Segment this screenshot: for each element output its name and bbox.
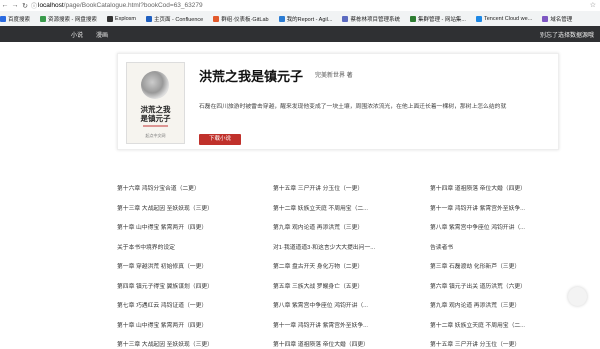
bookmark-label: 域名管理 xyxy=(550,16,573,23)
back-icon[interactable]: ← xyxy=(0,0,10,11)
chapter-row: 第一章 穿越洪荒 初始修真（一更） 第二章 盘古开天 身化万物（二更） 第三章 石磊… xyxy=(117,261,557,271)
bookmark-favicon-icon xyxy=(409,15,416,22)
book-title: 洪荒之我是镇元子 xyxy=(199,69,304,84)
chapter-row: 第十章 山中得宝 紫霄两开（四更） 第九章 观内论道 再添洪荒（三更） 第八章 紫霄… xyxy=(117,222,557,232)
chapter-link[interactable]: 第一章 穿越洪荒 初始修真（一更） xyxy=(117,261,267,270)
chapter-link[interactable]: 第十三章 大战起因 至妖妖现（三更） xyxy=(117,203,267,212)
taiji-emblem xyxy=(141,71,169,99)
bookmark-label: Tencent Cloud we... xyxy=(483,15,533,22)
chapter-row: 第七章 巧遇红云 鸿钧证道（一更） 第八章 紫霄宫中争座位 鸿钧开讲（... 第九章… xyxy=(117,300,557,310)
chapter-link[interactable]: 第十章 山中得宝 紫霄两开（四更） xyxy=(117,222,267,231)
chapter-link[interactable]: 第十二章 妖族立天庭 不周用宝（二... xyxy=(430,320,557,329)
bookmark-label: 蔡栋林项目管理系统 xyxy=(350,16,400,23)
url-path: /page/BookCatalogue.html?bookCod=63_6327… xyxy=(63,2,203,9)
chapter-link[interactable]: 第九章 观内论道 再添洪荒（三更） xyxy=(273,222,423,231)
forward-icon[interactable]: → xyxy=(10,0,20,11)
cover-footer: 起点中文网 xyxy=(145,133,166,138)
chapter-link[interactable]: 对1·我道道道3·和这言少大大提出问一... xyxy=(273,242,423,251)
bookmark-label: 百度搜索 xyxy=(8,16,31,23)
chapter-row: 关于本书中境界的设定 对1·我道道道3·和这言少大大提出问一... 告读者书 xyxy=(117,242,557,252)
cover-title-line2: 是镇元子 xyxy=(140,114,171,123)
cover-title-line1: 洪荒之我 xyxy=(140,105,171,114)
download-button[interactable]: 下载小说 xyxy=(199,134,241,145)
chapter-row: 第十六章 鸿钧分宝合道（二更） 第十五章 三尸开讲 分玉位（一更） 第十四章 道祖陨… xyxy=(117,183,557,193)
bookmark-label: 资源搜索 - 网盘搜索 xyxy=(48,16,97,23)
reload-icon[interactable]: ↻ xyxy=(20,0,30,11)
chapter-link[interactable]: 第五章 三族大战 罗睺身亡（五更） xyxy=(273,281,423,290)
top-navigation: 小说 漫画 别忘了选择数据源哦 xyxy=(0,26,600,42)
bookmark-item[interactable]: 我的Report - Agil... xyxy=(278,15,333,23)
chapter-link[interactable]: 第二章 盘古开天 身化万物（二更） xyxy=(273,261,423,270)
bookmark-item[interactable]: 域名管理 xyxy=(542,15,572,23)
chapter-row: 第十章 山中得宝 紫霄两开（四更） 第十一章 鸿钧开讲 紫霄宫外至妖争... 第十二… xyxy=(117,320,557,330)
chapter-link[interactable]: 第八章 紫霄宫中争座位 鸿钧开讲（... xyxy=(273,300,423,309)
chapter-link[interactable]: 第六章 镇元子出关 道历洪荒（六更） xyxy=(430,281,557,290)
bookmark-item[interactable]: 百度搜索 xyxy=(0,15,30,23)
url-host: localhost xyxy=(38,2,64,9)
info-icon[interactable]: ⓘ xyxy=(30,0,38,11)
address-bar[interactable]: ← → ↻ ⓘ localhost/page/BookCatalogue.htm… xyxy=(0,0,600,11)
nav-link-novel[interactable]: 小说 xyxy=(71,30,83,39)
chapter-link[interactable]: 告读者书 xyxy=(430,242,557,251)
bookmark-label: 集群管理 - 网站集... xyxy=(417,16,466,23)
bookmark-favicon-icon xyxy=(542,15,549,22)
bookmark-favicon-icon xyxy=(278,15,285,22)
cover-title: 洪荒之我 是镇元子 xyxy=(127,105,184,123)
bookmark-favicon-icon xyxy=(213,15,220,22)
book-description: 石磊在四川旅游时被雷击穿越，醒来发现他变成了一块土壤，周围浓浓流光，在他上面迁长… xyxy=(199,104,507,110)
bookmark-item[interactable]: 资源搜索 - 网盘搜索 xyxy=(40,15,97,23)
bookmarks-bar: 百度搜索 资源搜索 - 网盘搜索 Explosm 主页面 - Confluence 群组… xyxy=(0,11,600,27)
chapter-link[interactable]: 第三章 石磊渡劫 化形新芦（三更） xyxy=(430,261,557,270)
chapter-link[interactable]: 第八章 紫霄宫中争座位 鸿钧开讲（... xyxy=(430,222,557,231)
bookmark-item[interactable]: Tencent Cloud we... xyxy=(475,15,533,22)
chapter-row: 第十三章 大战起因 至妖妖现（三更） 第十四章 道祖陨落 帝位大婚（四更） 第十五章… xyxy=(117,339,557,349)
chapter-link[interactable]: 第四章 镇元子得宝 翼族谋划（四更） xyxy=(117,281,267,290)
bookmark-item[interactable]: Explosm xyxy=(106,15,136,22)
chapter-link[interactable]: 第十一章 鸿钧开讲 紫霄宫外至妖争... xyxy=(430,203,557,212)
chapter-link[interactable]: 第十六章 鸿钧分宝合道（二更） xyxy=(117,183,267,192)
chapter-row: 第四章 镇元子得宝 翼族谋划（四更） 第五章 三族大战 罗睺身亡（五更） 第六章 镇… xyxy=(117,281,557,291)
bookmark-label: 我的Report - Agil... xyxy=(286,16,333,23)
chapter-link[interactable]: 关于本书中境界的设定 xyxy=(117,242,267,251)
bookmark-item[interactable]: 群组·仪表板·GitLab xyxy=(213,15,269,23)
bookmark-favicon-icon xyxy=(146,15,152,22)
book-author: 完美新世界 著 xyxy=(315,73,353,79)
bookmark-star-icon[interactable]: ☆ xyxy=(590,1,596,9)
bookmark-item[interactable]: 集群管理 - 网站集... xyxy=(409,15,466,23)
book-info-card: 洪荒之我 是镇元子 起点中文网 洪荒之我是镇元子 完美新世界 著 石磊在四川旅游… xyxy=(117,53,559,150)
chapter-link[interactable]: 第九章 观内论道 再添洪荒（三更） xyxy=(430,300,557,309)
book-cover: 洪荒之我 是镇元子 起点中文网 xyxy=(126,62,185,144)
bookmark-item[interactable]: 蔡栋林项目管理系统 xyxy=(342,15,400,23)
bookmark-favicon-icon xyxy=(475,15,482,22)
bookmark-label: 主页面 - Confluence xyxy=(154,16,204,23)
chapter-link[interactable]: 第七章 巧遇红云 鸿钧证道（一更） xyxy=(117,300,267,309)
bookmark-favicon-icon xyxy=(40,15,47,22)
bookmark-favicon-icon xyxy=(106,15,113,22)
bookmark-favicon-icon xyxy=(0,15,6,22)
chapter-link[interactable]: 第十四章 道祖陨落 帝位大婚（四更） xyxy=(430,183,557,192)
bookmark-label: 群组·仪表板·GitLab xyxy=(221,16,269,23)
chapter-link[interactable]: 第十章 山中得宝 紫霄两开（四更） xyxy=(117,320,267,329)
bookmark-item[interactable]: 主页面 - Confluence xyxy=(146,15,203,23)
scroll-top-button[interactable] xyxy=(568,287,587,306)
chapter-link[interactable]: 第十二章 妖族立天庭 不周用宝（二... xyxy=(273,203,423,212)
bookmark-favicon-icon xyxy=(342,15,349,22)
chapter-link[interactable]: 第十一章 鸿钧开讲 紫霄宫外至妖争... xyxy=(273,320,423,329)
url-text[interactable]: localhost/page/BookCatalogue.html?bookCo… xyxy=(38,2,203,9)
browser-chrome: ← → ↻ ⓘ localhost/page/BookCatalogue.htm… xyxy=(0,0,600,27)
bookmark-label: Explosm xyxy=(114,15,136,22)
data-source-hint[interactable]: 别忘了选择数据源哦 xyxy=(540,30,594,39)
chapter-row: 第十三章 大战起因 至妖妖现（三更） 第十二章 妖族立天庭 不周用宝（二... 第十… xyxy=(117,203,557,213)
nav-link-comic[interactable]: 漫画 xyxy=(96,30,108,39)
cover-ornament xyxy=(143,125,168,127)
chapter-link[interactable]: 第十五章 三尸开讲 分玉位（一更） xyxy=(273,183,423,192)
